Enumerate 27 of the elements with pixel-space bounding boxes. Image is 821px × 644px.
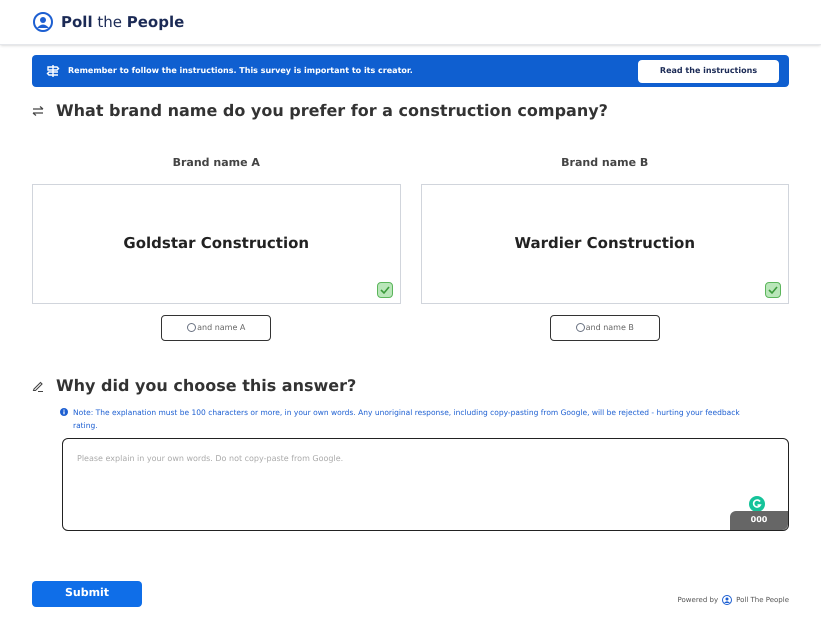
logo-icon xyxy=(33,12,53,32)
logo-icon xyxy=(722,595,732,606)
brand-name: Goldstar Construction xyxy=(123,233,310,254)
signpost-icon xyxy=(46,64,60,78)
radio-option[interactable]: and name B xyxy=(550,314,660,340)
pencil-icon xyxy=(32,380,44,392)
option-heading: Brand name A xyxy=(172,155,260,171)
grammar-icon xyxy=(749,496,765,512)
brand-name: Wardier Construction xyxy=(514,233,696,254)
option-card[interactable]: Goldstar Construction xyxy=(32,184,400,304)
logo-text: Poll the People xyxy=(61,12,184,33)
option-heading: Brand name B xyxy=(561,155,648,171)
checkbox[interactable] xyxy=(765,282,781,298)
swap-icon xyxy=(32,106,44,116)
submit-button[interactable]: Submit xyxy=(32,580,142,606)
radio-option[interactable]: and name A xyxy=(161,314,272,340)
read-instructions-button[interactable]: Read the instructions xyxy=(638,60,779,82)
question-title: What brand name do you prefer for a construction company? xyxy=(56,100,608,122)
notice-text: Remember to follow the instructions. This survey is important to its creator. xyxy=(68,65,414,77)
checkbox[interactable] xyxy=(376,282,392,298)
check-icon xyxy=(768,284,778,294)
character-counter: 000 xyxy=(730,510,788,530)
option-card[interactable]: Wardier Construction xyxy=(420,184,789,304)
info-icon xyxy=(60,408,68,416)
check-icon xyxy=(380,284,390,294)
explanation-field[interactable]: Please explain in your own words. Do not copy-paste from Google. 000 xyxy=(62,438,789,530)
explanation-title: Why did you choose this answer? xyxy=(56,374,356,396)
